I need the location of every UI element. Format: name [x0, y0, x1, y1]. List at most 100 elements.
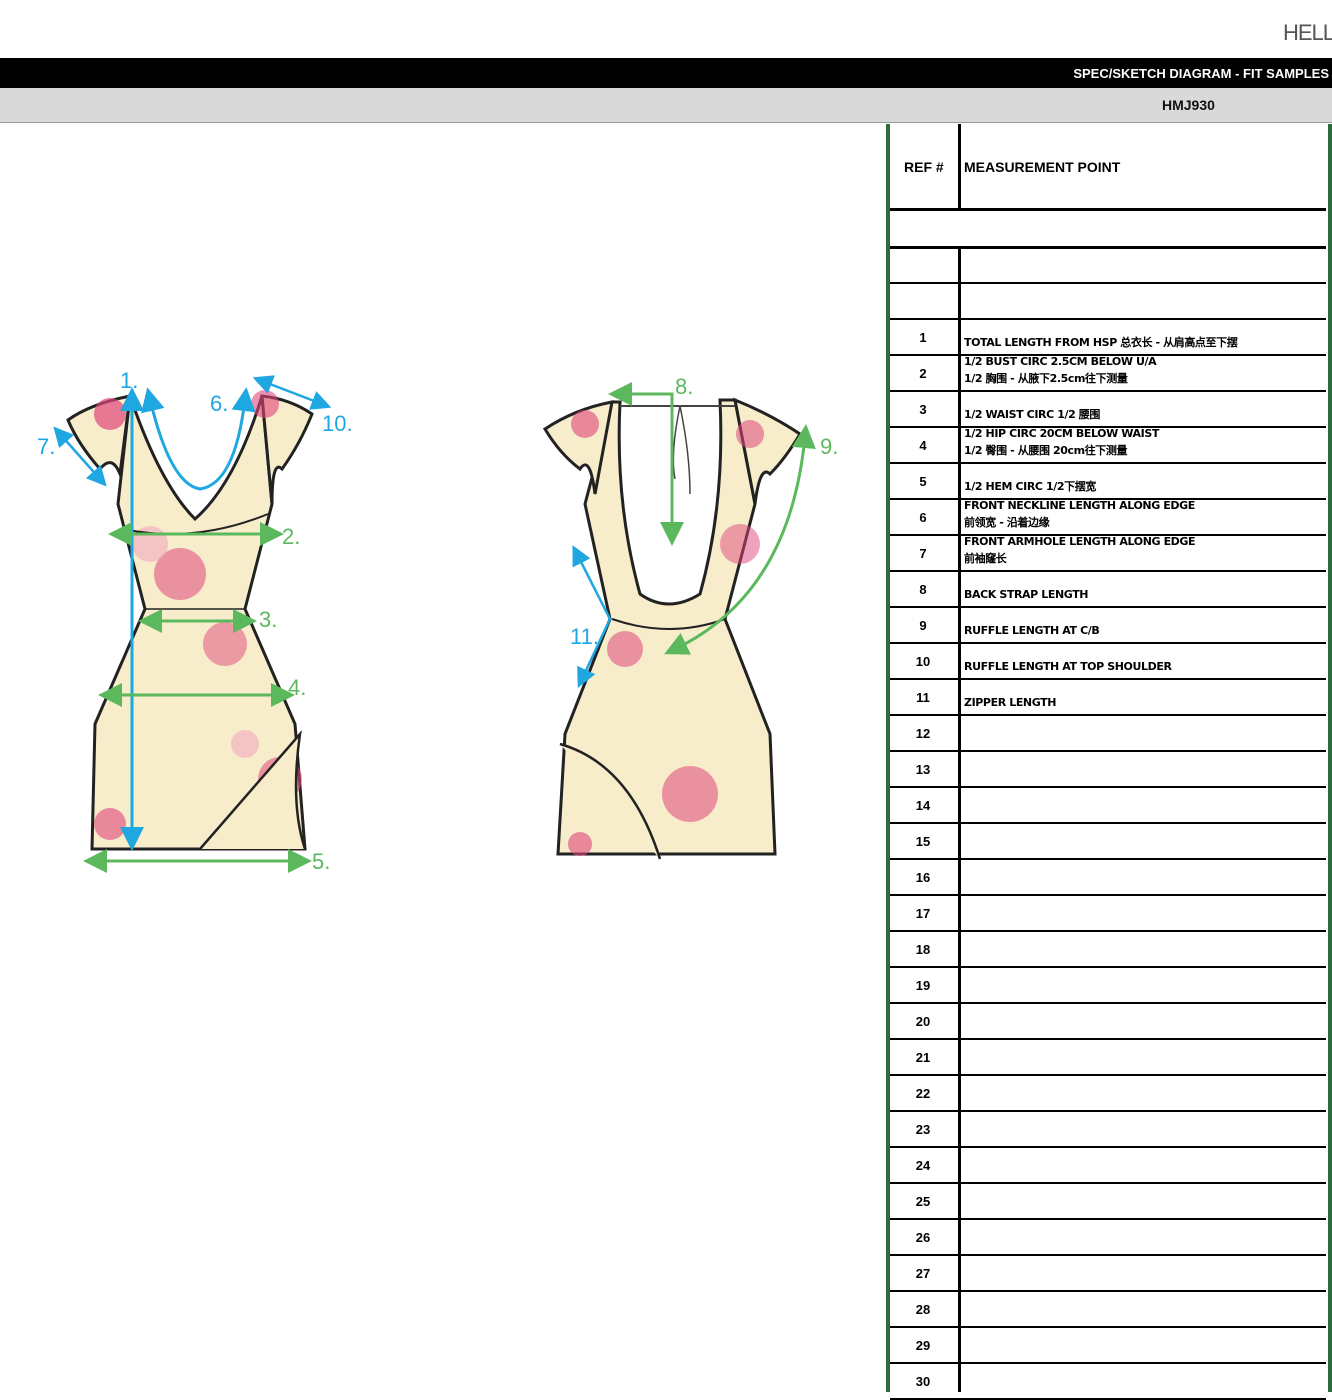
measurement-point-line: 1/2 HIP CIRC 20CM BELOW WAIST	[964, 427, 1159, 440]
garment-sketch: 1. 6. 7. 10. 2. 3. 4. 5. 8. 9. 11.	[37, 368, 838, 874]
back-dress-sketch: 8. 9. 11.	[542, 374, 838, 860]
front-dress-sketch: 1. 6. 7. 10. 2. 3. 4. 5.	[37, 368, 353, 874]
measurement-point-line: 1/2 HEM CIRC 1/2下摆宽	[964, 480, 1096, 493]
table-row: 23	[890, 1112, 1326, 1148]
front-label-2: 2.	[282, 524, 300, 549]
measurement-point: 1/2 HEM CIRC 1/2下摆宽	[964, 478, 1322, 495]
measurement-point: ZIPPER LENGTH	[964, 694, 1322, 711]
back-label-8: 8.	[675, 374, 693, 399]
ref-number: 6	[919, 510, 927, 525]
table-row: 22	[890, 1076, 1326, 1112]
ref-number: 17	[915, 906, 931, 921]
table-row: 5 1/2 HEM CIRC 1/2下摆宽	[890, 464, 1326, 500]
measurement-point-line: 1/2 BUST CIRC 2.5CM BELOW U/A	[964, 355, 1157, 368]
ref-number: 15	[915, 834, 931, 849]
ref-number: 8	[919, 582, 927, 597]
ref-number: 1	[919, 330, 927, 345]
table-row: 17	[890, 896, 1326, 932]
measurement-point: BACK STRAP LENGTH	[964, 586, 1322, 603]
table-row: 25	[890, 1184, 1326, 1220]
table-row: 10 RUFFLE LENGTH AT TOP SHOULDER	[890, 644, 1326, 680]
style-bar: HMJ930	[0, 88, 1332, 123]
ref-number: 16	[915, 870, 931, 885]
brand-logo-text: HELL	[1283, 20, 1332, 45]
ref-number: 3	[919, 402, 927, 417]
ref-number: 18	[915, 942, 931, 957]
header-divider	[890, 208, 1326, 211]
ref-number: 14	[915, 798, 931, 813]
ref-number: 5	[919, 474, 927, 489]
front-label-5: 5.	[312, 849, 330, 874]
sketch-area: 1. 6. 7. 10. 2. 3. 4. 5. 8. 9. 11.	[0, 124, 886, 1392]
table-row: 8 BACK STRAP LENGTH	[890, 572, 1326, 608]
ref-number: 11	[916, 690, 930, 705]
table-row: 12	[890, 716, 1326, 752]
measurement-point-line: 前袖窿长	[964, 552, 1007, 565]
measurement-point-line: 1/2 胸围 - 从腋下2.5cm往下测量	[964, 372, 1128, 385]
ref-number: 27	[915, 1266, 931, 1281]
table-row: 20	[890, 1004, 1326, 1040]
table-row: 4 1/2 HIP CIRC 20CM BELOW WAIST 1/2 臀围 - 从…	[890, 425, 1326, 464]
measurement-point: 1/2 WAIST CIRC 1/2 腰围	[964, 406, 1322, 423]
measurement-point-line: TOTAL LENGTH FROM HSP 总衣长 - 从肩高点至下摆	[964, 336, 1238, 349]
front-label-3: 3.	[259, 607, 277, 632]
table-row: 3 1/2 WAIST CIRC 1/2 腰围	[890, 392, 1326, 428]
table-row: 28	[890, 1292, 1326, 1328]
measurement-point-line: 前领宽 - 沿着边缘	[964, 516, 1050, 529]
title-bar: SPEC/SKETCH DIAGRAM - FIT SAMPLES	[0, 58, 1332, 88]
measurement-point-line: FRONT ARMHOLE LENGTH ALONG EDGE	[964, 535, 1196, 548]
measurement-point-line: ZIPPER LENGTH	[964, 696, 1057, 709]
table-row: 21	[890, 1040, 1326, 1076]
page-title: SPEC/SKETCH DIAGRAM - FIT SAMPLES	[1073, 66, 1329, 81]
measurement-point-line: 1/2 臀围 - 从腰围 20cm往下测量	[964, 444, 1128, 457]
table-row: 26	[890, 1220, 1326, 1256]
table-row: 6 FRONT NECKLINE LENGTH ALONG EDGE 前领宽 - 沿…	[890, 497, 1326, 536]
table-right-border	[1328, 124, 1332, 1392]
ref-number: 29	[915, 1338, 931, 1353]
measurement-table: REF # MEASUREMENT POINT 1 TOTAL LENGTH FR…	[886, 124, 1332, 1400]
table-row: 18	[890, 932, 1326, 968]
back-label-11: 11.	[570, 624, 599, 649]
ref-number: 2	[919, 366, 927, 381]
table-row: 9 RUFFLE LENGTH AT C/B	[890, 608, 1326, 644]
ref-number: 12	[915, 726, 931, 741]
measurement-point: 1/2 HIP CIRC 20CM BELOW WAIST 1/2 臀围 - 从腰…	[964, 425, 1322, 459]
table-row: 30	[890, 1364, 1326, 1400]
column-header-measurement-point: MEASUREMENT POINT	[964, 159, 1121, 175]
back-label-9: 9.	[820, 434, 838, 459]
ref-number: 20	[915, 1014, 931, 1029]
table-row: 24	[890, 1148, 1326, 1184]
table-row: 1 TOTAL LENGTH FROM HSP 总衣长 - 从肩高点至下摆	[890, 320, 1326, 356]
style-number: HMJ930	[1162, 97, 1215, 113]
ref-number: 21	[915, 1050, 931, 1065]
front-label-7: 7.	[37, 434, 55, 459]
table-row: 14	[890, 788, 1326, 824]
front-label-6: 6.	[210, 391, 228, 416]
column-header-ref: REF #	[904, 159, 944, 175]
ref-number: 30	[915, 1374, 931, 1389]
ref-number: 4	[919, 438, 927, 453]
measurement-point: RUFFLE LENGTH AT TOP SHOULDER	[964, 658, 1322, 675]
ref-number: 7	[919, 546, 927, 561]
blank-row-divider	[890, 282, 1326, 284]
ref-number: 28	[915, 1302, 931, 1317]
table-row: 13	[890, 752, 1326, 788]
ref-number: 23	[915, 1122, 931, 1137]
table-row: 16	[890, 860, 1326, 896]
ref-number: 25	[915, 1194, 931, 1209]
ref-number: 26	[915, 1230, 931, 1245]
measurement-point-line: BACK STRAP LENGTH	[964, 588, 1089, 601]
measurement-point: FRONT ARMHOLE LENGTH ALONG EDGE 前袖窿长	[964, 533, 1322, 567]
measurement-point: FRONT NECKLINE LENGTH ALONG EDGE 前领宽 - 沿着…	[964, 497, 1322, 531]
measurement-point-line: RUFFLE LENGTH AT TOP SHOULDER	[964, 660, 1172, 673]
header-column-divider	[958, 124, 961, 210]
ref-number: 24	[915, 1158, 931, 1173]
front-label-1: 1.	[120, 368, 138, 393]
measurement-point: 1/2 BUST CIRC 2.5CM BELOW U/A 1/2 胸围 - 从腋…	[964, 353, 1322, 387]
table-row: 27	[890, 1256, 1326, 1292]
measurement-point-line: RUFFLE LENGTH AT C/B	[964, 624, 1100, 637]
front-label-10: 10.	[322, 411, 353, 436]
measurement-point-line: 1/2 WAIST CIRC 1/2 腰围	[964, 408, 1100, 421]
ref-number: 19	[915, 978, 931, 993]
ref-number: 22	[915, 1086, 931, 1101]
